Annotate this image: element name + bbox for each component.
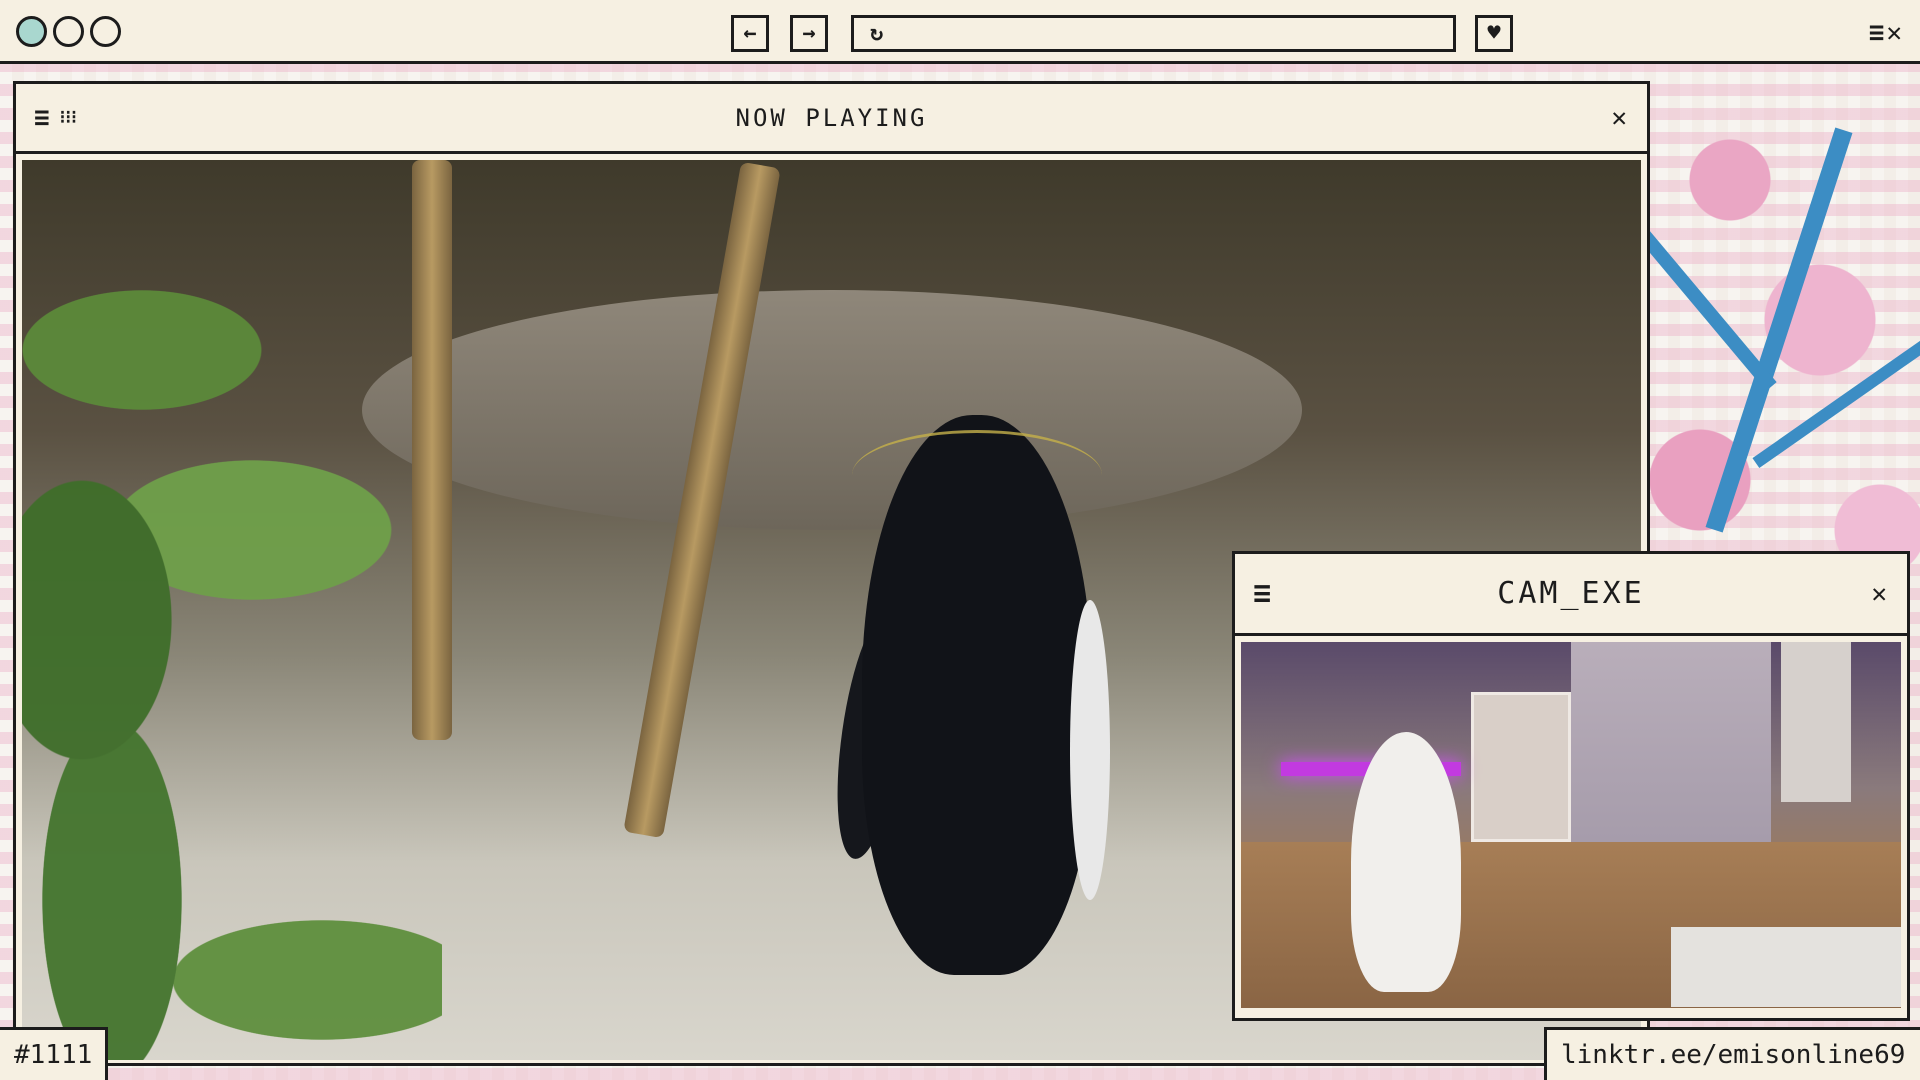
hamburger-menu-icon[interactable]: ≡ (1869, 18, 1885, 48)
cam-toolbar: ≡ (1253, 576, 1271, 611)
hamburger-menu-icon[interactable]: ≡ (34, 103, 50, 133)
window-control-circle-icon[interactable] (53, 16, 84, 47)
now-playing-header: ≡ ⁝⁝⁝ NOW PLAYING ✕ (16, 84, 1647, 154)
chair (1351, 732, 1461, 992)
room-door (1781, 642, 1851, 802)
forward-button[interactable]: → (790, 15, 828, 52)
window-control-circle-icon[interactable] (90, 16, 121, 47)
arrow-left-icon: ← (743, 20, 757, 46)
close-icon[interactable]: ✕ (1886, 18, 1902, 48)
window-title: CAM_EXE (1497, 576, 1645, 611)
reload-icon[interactable]: ↻ (870, 21, 883, 46)
address-bar[interactable]: ↻ (851, 15, 1456, 52)
shelf-unit (1471, 692, 1571, 842)
penguin-crest (852, 430, 1102, 520)
webcam-feed (1241, 642, 1901, 1008)
cam-window: ≡ CAM_EXE ✕ (1232, 551, 1910, 1021)
room-wall (1571, 642, 1771, 842)
chrome-menu: ≡ ✕ (1869, 18, 1902, 48)
bamboo-pole (412, 160, 452, 740)
close-icon[interactable]: ✕ (1611, 105, 1627, 131)
window-title: NOW PLAYING (735, 103, 928, 132)
url-input[interactable] (883, 18, 1453, 49)
driftwood-log (362, 290, 1302, 530)
rug (1671, 927, 1901, 1007)
stream-tag-id: #1111 (0, 1027, 108, 1080)
close-icon[interactable]: ✕ (1871, 581, 1887, 607)
back-button[interactable]: ← (731, 15, 769, 52)
heart-icon: ♥ (1487, 20, 1501, 46)
link-label: linktr.ee/emisonline69 (1561, 1040, 1906, 1070)
window-control-circle-icon[interactable] (16, 16, 47, 47)
tree-branch (1637, 228, 1777, 392)
window-controls (16, 16, 121, 47)
cam-header: ≡ CAM_EXE ✕ (1235, 554, 1907, 636)
penguin-wing (1070, 600, 1110, 900)
stream-id-label: #1111 (14, 1040, 93, 1070)
favorite-button[interactable]: ♥ (1475, 15, 1513, 52)
browser-chrome: ← → ↻ ♥ ≡ ✕ (0, 0, 1920, 64)
now-playing-toolbar: ≡ ⁝⁝⁝ (34, 103, 77, 133)
stream-tag-link: linktr.ee/emisonline69 (1544, 1027, 1920, 1080)
grid-icon[interactable]: ⁝⁝⁝ (60, 107, 77, 128)
foliage (22, 200, 442, 1060)
arrow-right-icon: → (802, 20, 816, 46)
hamburger-menu-icon[interactable]: ≡ (1253, 576, 1271, 611)
